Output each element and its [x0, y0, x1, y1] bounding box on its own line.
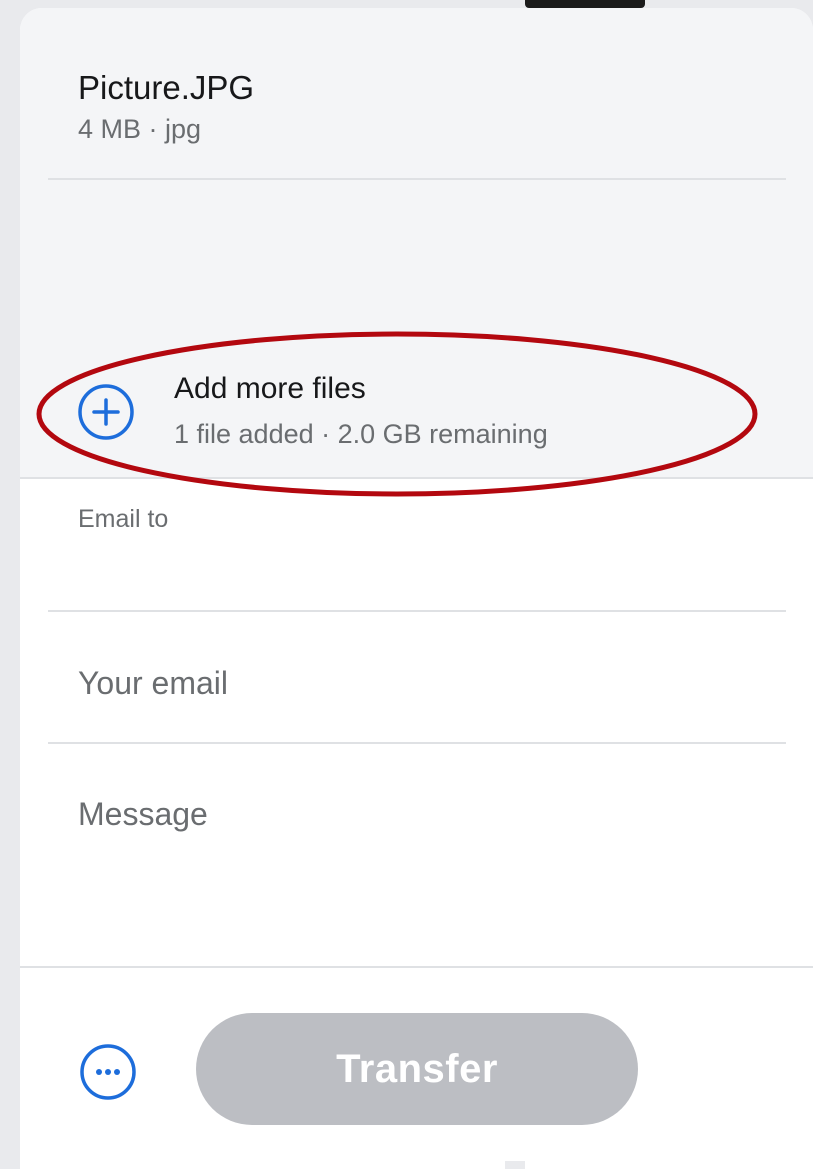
- file-item[interactable]: Picture.JPG 4 MB · jpg: [78, 68, 254, 146]
- plus-circle-icon[interactable]: [76, 382, 136, 442]
- bottom-edge-notch: [505, 1161, 525, 1169]
- files-added-status: 1 file added · 2.0 GB remaining: [174, 419, 548, 449]
- files-list: Picture.JPG 4 MB · jpg Add more files 1 …: [20, 8, 813, 478]
- add-more-files-button[interactable]: Add more files 1 file added · 2.0 GB rem…: [76, 370, 636, 460]
- email-to-input[interactable]: [78, 550, 778, 600]
- your-email-divider: [48, 742, 786, 744]
- file-divider: [48, 178, 786, 180]
- add-more-files-label: Add more files: [174, 372, 366, 405]
- file-meta: 4 MB · jpg: [78, 114, 202, 144]
- footer-divider: [20, 966, 813, 968]
- email-to-divider: [48, 610, 786, 612]
- transfer-button[interactable]: Transfer: [196, 1013, 638, 1125]
- more-options-icon[interactable]: [78, 1042, 138, 1102]
- file-name: Picture.JPG: [78, 69, 255, 106]
- email-to-label: Email to: [78, 505, 169, 533]
- add-more-files-text: Add more files 1 file added · 2.0 GB rem…: [174, 370, 548, 450]
- window-top-tab: [525, 0, 645, 8]
- message-input[interactable]: [78, 794, 778, 914]
- files-section-divider: [20, 477, 813, 479]
- transfer-panel: Picture.JPG 4 MB · jpg Add more files 1 …: [20, 8, 813, 1169]
- your-email-input[interactable]: [78, 658, 778, 708]
